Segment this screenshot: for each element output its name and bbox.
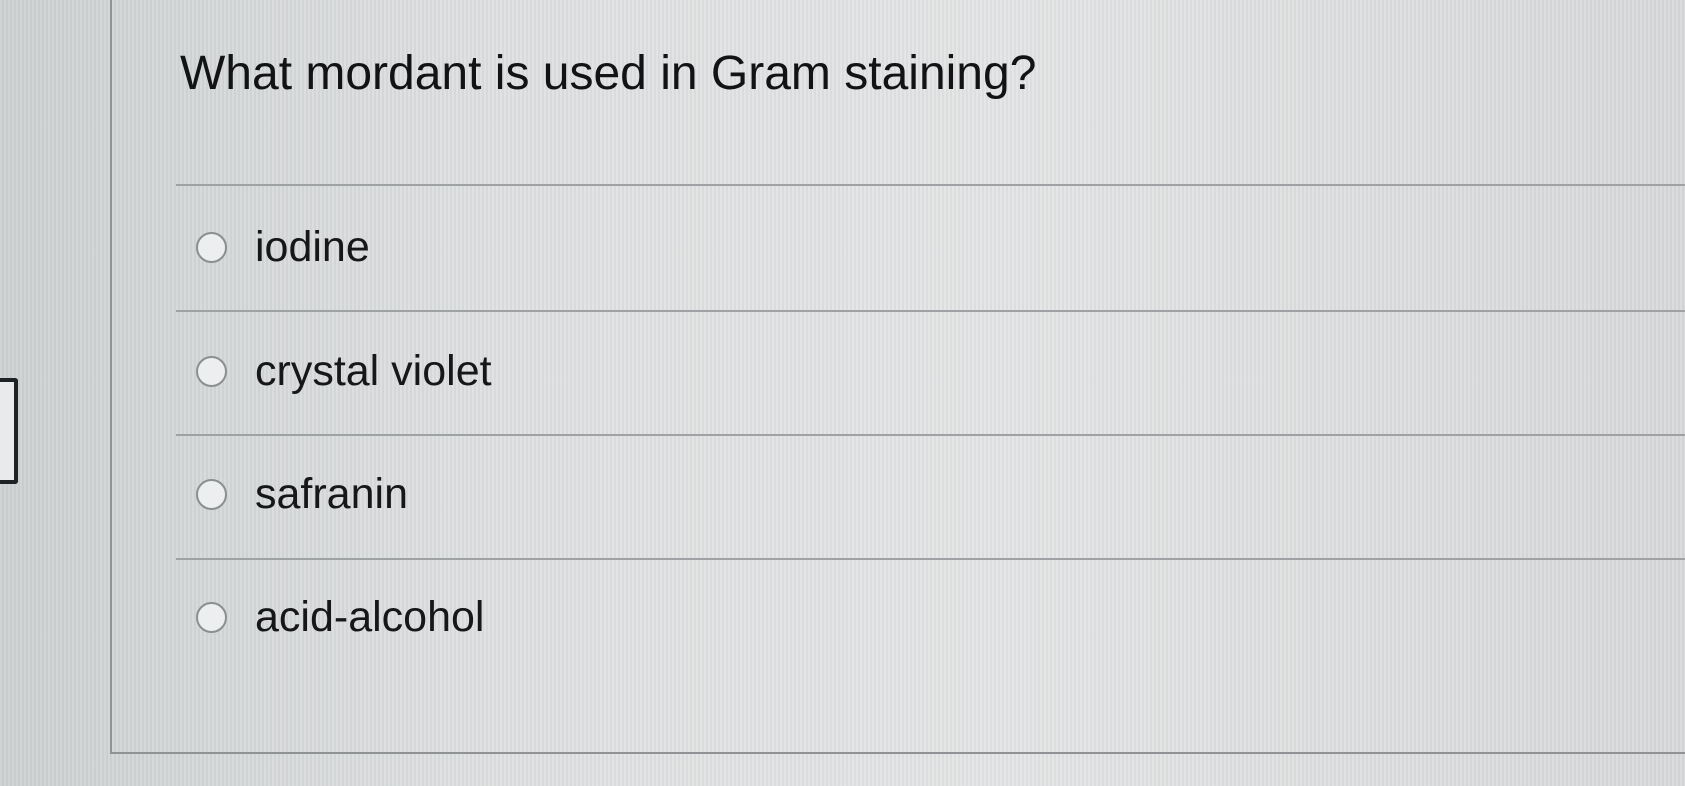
option-label: safranin [255,469,408,518]
option-label: acid-alcohol [255,592,485,641]
question-text: What mordant is used in Gram staining? [180,47,1037,100]
option-label: iodine [255,222,370,271]
radio-button[interactable] [196,355,227,387]
question-panel: What mordant is used in Gram staining? i… [110,0,1685,754]
option-crystal-violet[interactable]: crystal violet [196,341,492,401]
option-acid-alcohol[interactable]: acid-alcohol [196,587,484,647]
radio-button[interactable] [196,478,227,510]
divider [176,184,1685,186]
option-safranin[interactable]: safranin [196,464,408,524]
option-label: crystal violet [255,346,492,395]
radio-button[interactable] [196,231,227,263]
divider [176,310,1685,312]
option-iodine[interactable]: iodine [196,217,370,277]
radio-button[interactable] [196,601,227,633]
divider [176,558,1685,560]
divider [176,434,1685,436]
screen: What mordant is used in Gram staining? i… [0,0,1685,786]
side-panel-tab[interactable] [0,378,18,484]
